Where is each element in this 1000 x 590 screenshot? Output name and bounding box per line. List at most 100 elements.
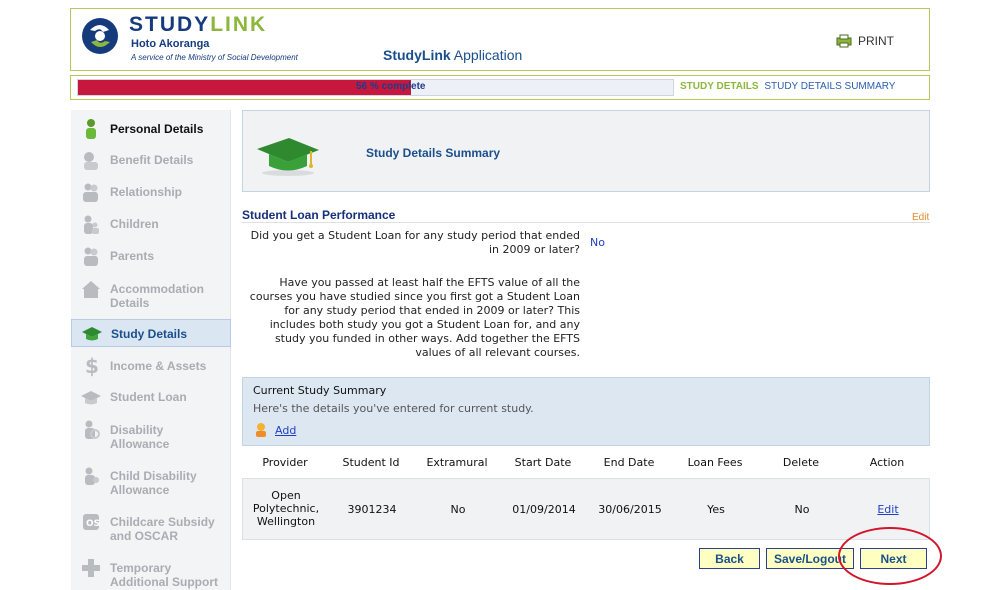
- sidebar-item-benefit-details[interactable]: Benefit Details: [71, 150, 231, 174]
- student-loan-icon: [81, 391, 101, 405]
- sidebar-item-student-loan[interactable]: Student Loan: [71, 387, 231, 411]
- section-title: Student Loan Performance: [242, 208, 396, 222]
- sidebar-item-children[interactable]: Children: [71, 214, 231, 238]
- breadcrumb-current: STUDY DETAILS: [680, 81, 759, 92]
- provider-line: Wellington: [256, 515, 316, 528]
- add-study-label: Add: [275, 423, 297, 437]
- question-line: values of all relevant courses.: [415, 346, 580, 359]
- question-line: courses you have studied since you first…: [249, 290, 580, 303]
- person-icon: [86, 119, 96, 139]
- highlight-circle: [838, 527, 942, 585]
- app-title-brand: StudyLink: [383, 47, 451, 63]
- graduation-cap-icon: [257, 138, 319, 176]
- sidebar-item-label: Personal Details: [110, 122, 204, 136]
- progress-bar: 56 % complete: [77, 79, 674, 96]
- edit-loan-performance-link[interactable]: Edit: [912, 212, 929, 223]
- sidebar-item-label-line1: Childcare Subsidy: [110, 515, 215, 529]
- breadcrumb: STUDY DETAILS STUDY DETAILS SUMMARY: [680, 81, 895, 92]
- current-study-summary-panel: Current Study Summary Here's the details…: [242, 377, 930, 446]
- sidebar-item-accommodation-details[interactable]: Accommodation Details: [71, 278, 231, 312]
- sidebar-item-label-line2: Details: [110, 296, 150, 310]
- sidebar-item-label-line2: Allowance: [110, 483, 170, 497]
- sidebar-item-temporary-additional-support[interactable]: Temporary Additional Support: [71, 557, 231, 590]
- sidebar-item-label: Relationship: [110, 185, 183, 199]
- question-line: in 2009 or later?: [488, 243, 580, 256]
- sidebar-item-income-assets[interactable]: $ Income & Assets: [71, 355, 231, 379]
- page-header-panel: Study Details Summary: [242, 110, 930, 192]
- app-title-rest: Application: [453, 47, 523, 63]
- child-disability-icon: [85, 467, 99, 485]
- sidebar-item-relationship[interactable]: Relationship: [71, 182, 231, 206]
- sidebar-item-label: Disability Allowance: [110, 423, 169, 451]
- table-row: Open Polytechnic, Wellington 3901234 No …: [242, 478, 930, 540]
- relationship-icon: [83, 183, 98, 202]
- study-table-header: Provider Student Id Extramural Start Dat…: [242, 446, 930, 478]
- loan-question-1-answer: No: [590, 236, 605, 249]
- sidebar-item-study-details[interactable]: Study Details: [71, 319, 231, 347]
- logo-wordmark: STUDYLINK: [129, 13, 267, 37]
- column-header-action: Action: [869, 456, 905, 469]
- graduation-cap-icon: [82, 327, 102, 341]
- loan-question-2: Have you passed at least half the EFTS v…: [244, 276, 580, 360]
- sidebar-item-label: Study Details: [111, 327, 188, 341]
- current-study-title: Current Study Summary: [253, 384, 387, 397]
- dollar-icon: $: [85, 355, 99, 377]
- sidebar-item-label-line1: Child Disability: [110, 469, 197, 483]
- logo-word-link: LINK: [210, 13, 268, 36]
- sidebar-item-parents[interactable]: Parents: [71, 246, 231, 270]
- sidebar-item-label: Benefit Details: [110, 153, 194, 167]
- sidebar-item-label: Children: [110, 217, 159, 231]
- sidebar-item-label: Student Loan: [110, 390, 187, 404]
- back-button[interactable]: Back: [699, 548, 760, 569]
- sidebar-item-label: Temporary Additional Support: [110, 561, 218, 589]
- column-header-student-id: Student Id: [342, 456, 400, 469]
- cell-delete: No: [794, 503, 810, 516]
- cell-student-id: 3901234: [347, 503, 397, 516]
- add-study-button[interactable]: Add: [253, 422, 296, 438]
- logo-word-study: STUDY: [129, 13, 211, 36]
- sidebar-item-label: Parents: [110, 249, 155, 263]
- question-line: includes both study you got a Student Lo…: [269, 318, 580, 331]
- sidebar-item-personal-details[interactable]: Personal Details: [71, 118, 231, 142]
- sidebar-item-label: Child Disability Allowance: [110, 469, 197, 497]
- sidebar-item-label-line1: Accommodation: [110, 282, 205, 296]
- sidebar-item-label: Childcare Subsidy and OSCAR: [110, 515, 215, 543]
- column-header-loan-fees: Loan Fees: [687, 456, 743, 469]
- current-study-subtitle: Here's the details you've entered for cu…: [253, 402, 534, 415]
- sidebar-item-label-line2: and OSCAR: [110, 529, 179, 543]
- plus-icon: [82, 559, 100, 577]
- print-label: PRINT: [858, 34, 894, 48]
- cell-loan-fees: Yes: [707, 503, 725, 516]
- breadcrumb-next[interactable]: STUDY DETAILS SUMMARY: [764, 81, 895, 92]
- question-line: Have you passed at least half the EFTS v…: [279, 276, 580, 289]
- cell-end-date: 30/06/2015: [598, 503, 662, 516]
- print-button[interactable]: PRINT: [836, 34, 894, 48]
- cell-extramural: No: [450, 503, 466, 516]
- sidebar-nav: Personal Details Benefit Details Relatio…: [71, 110, 231, 590]
- column-header-delete: Delete: [782, 456, 820, 469]
- logo-service-text: A service of the Ministry of Social Deve…: [131, 53, 298, 62]
- sidebar-item-disability-allowance[interactable]: Disability Allowance: [71, 419, 231, 455]
- question-line: for any study period that ended in 2009 …: [284, 304, 580, 317]
- svg-text:OS: OS: [86, 519, 100, 529]
- edit-study-link[interactable]: Edit: [845, 503, 931, 516]
- cell-start-date: 01/09/2014: [512, 503, 576, 516]
- sidebar-item-label: Accommodation Details: [110, 282, 204, 310]
- question-line: study you funded in other ways. Add toge…: [274, 332, 580, 345]
- house-icon: [82, 281, 100, 298]
- sidebar-item-label-line2: Additional Support: [110, 575, 218, 589]
- sidebar-item-label-line1: Disability: [110, 423, 164, 437]
- add-person-icon: [256, 423, 266, 437]
- provider-line: Polytechnic,: [252, 502, 320, 515]
- children-icon: [84, 215, 99, 234]
- studylink-logo[interactable]: STUDYLINK Hoto Akoranga A service of the…: [81, 13, 321, 67]
- section-divider: [242, 222, 930, 223]
- column-header-end-date: End Date: [603, 456, 655, 469]
- provider-line: Open: [271, 489, 301, 502]
- loan-question-1: Did you get a Student Loan for any study…: [244, 229, 580, 257]
- progress-row: 56 % complete STUDY DETAILS STUDY DETAIL…: [70, 75, 930, 100]
- sidebar-item-child-disability-allowance[interactable]: Child Disability Allowance: [71, 465, 231, 501]
- sidebar-item-label-line2: Allowance: [110, 437, 170, 451]
- sidebar-item-childcare-subsidy[interactable]: OS Childcare Subsidy and OSCAR: [71, 511, 231, 547]
- parents-icon: [84, 247, 98, 266]
